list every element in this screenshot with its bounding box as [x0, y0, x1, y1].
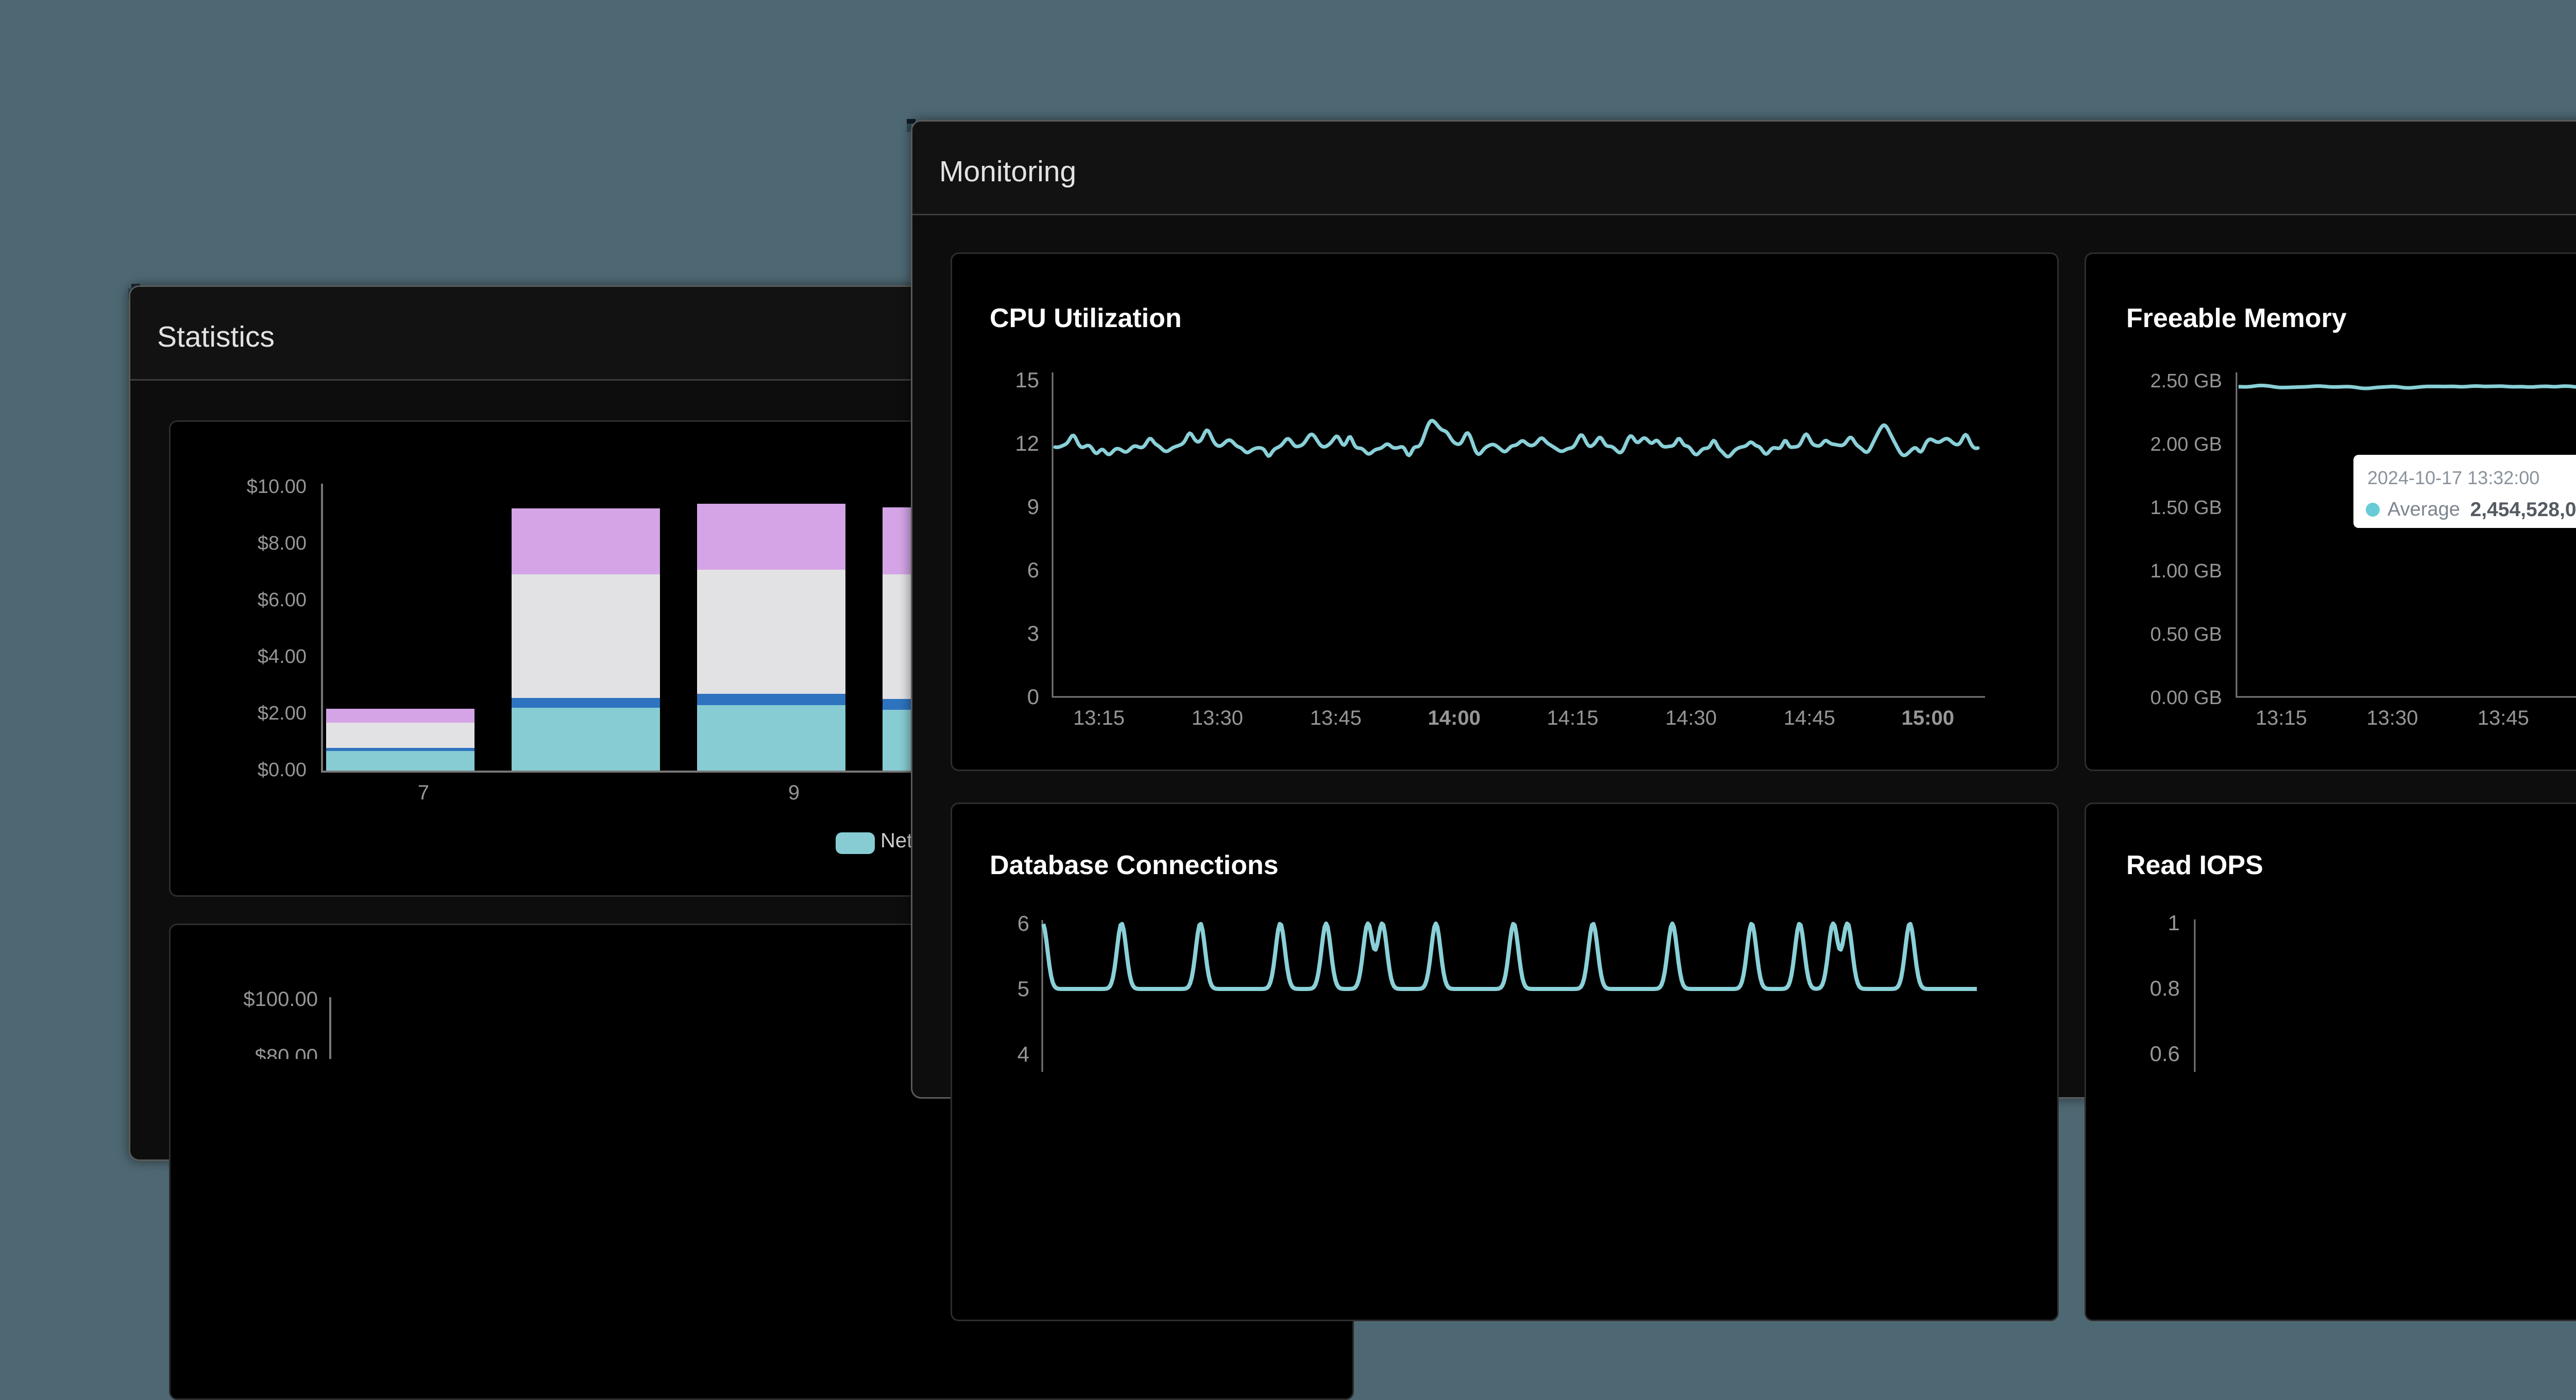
svg-text:$100.00: $100.00	[243, 988, 318, 1011]
svg-text:1.00 GB: 1.00 GB	[2150, 560, 2222, 582]
svg-text:5: 5	[1018, 977, 1029, 1001]
svg-text:Freeable Memory: Freeable Memory	[2126, 303, 2347, 333]
svg-text:2.00 GB: 2.00 GB	[2150, 434, 2222, 455]
svg-text:14:00: 14:00	[1428, 707, 1480, 729]
svg-text:6: 6	[1018, 911, 1029, 935]
svg-text:13:30: 13:30	[2366, 707, 2418, 729]
svg-text:1: 1	[2168, 911, 2180, 935]
svg-text:2.50 GB: 2.50 GB	[2150, 370, 2222, 392]
svg-text:0.6: 0.6	[2150, 1042, 2180, 1066]
svg-text:13:15: 13:15	[2256, 707, 2307, 729]
svg-text:9: 9	[788, 781, 800, 804]
svg-text:Read IOPS: Read IOPS	[2126, 850, 2263, 880]
svg-text:$80.00: $80.00	[255, 1045, 318, 1059]
svg-text:9: 9	[1027, 494, 1039, 519]
svg-text:$4.00: $4.00	[258, 646, 307, 668]
svg-text:0.00 GB: 0.00 GB	[2150, 687, 2222, 709]
svg-text:14:30: 14:30	[1665, 707, 1717, 729]
svg-text:7: 7	[418, 781, 429, 804]
svg-text:1.50 GB: 1.50 GB	[2150, 497, 2222, 519]
svg-text:13:45: 13:45	[2478, 707, 2529, 729]
svg-text:4: 4	[1018, 1042, 1029, 1066]
svg-text:12: 12	[1015, 431, 1039, 455]
svg-text:6: 6	[1027, 558, 1039, 582]
svg-text:13:45: 13:45	[1310, 707, 1362, 729]
svg-text:0.8: 0.8	[2150, 976, 2180, 1000]
svg-text:3: 3	[1027, 621, 1039, 645]
svg-text:13:15: 13:15	[1073, 707, 1125, 729]
svg-text:13:30: 13:30	[1192, 707, 1243, 729]
svg-text:$8.00: $8.00	[258, 533, 307, 554]
svg-text:$2.00: $2.00	[258, 703, 307, 724]
svg-text:Database Connections: Database Connections	[990, 850, 1279, 880]
svg-text:$0.00: $0.00	[258, 759, 307, 781]
svg-text:15: 15	[1015, 368, 1039, 392]
svg-text:0: 0	[1027, 685, 1039, 709]
svg-text:14:45: 14:45	[1784, 707, 1835, 729]
svg-text:$10.00: $10.00	[247, 476, 307, 498]
svg-text:0.50 GB: 0.50 GB	[2150, 624, 2222, 645]
svg-text:15:00: 15:00	[1902, 707, 1954, 729]
svg-text:CPU Utilization: CPU Utilization	[990, 303, 1182, 333]
svg-text:$6.00: $6.00	[258, 589, 307, 611]
svg-text:14:15: 14:15	[1547, 707, 1598, 729]
